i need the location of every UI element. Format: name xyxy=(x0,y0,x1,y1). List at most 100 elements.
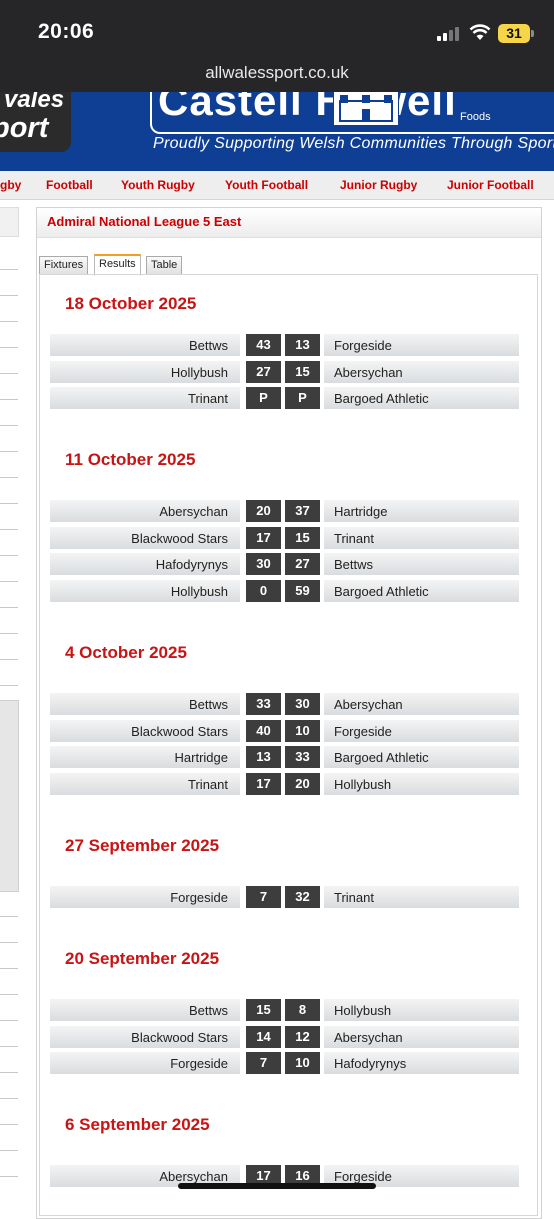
away-team: Hollybush xyxy=(334,1003,392,1018)
away-team-bar: Abersychan xyxy=(324,693,519,715)
sidebar-divider xyxy=(0,347,18,348)
away-team-bar: Bargoed Athletic xyxy=(324,579,519,602)
home-score: 43 xyxy=(246,334,281,356)
away-score: P xyxy=(285,387,320,409)
sidebar-divider xyxy=(0,916,18,917)
results-date-heading: 18 October 2025 xyxy=(65,294,197,313)
home-team: Hartridge xyxy=(174,750,228,765)
away-score: 13 xyxy=(285,334,320,356)
nav-item-youth-rugby[interactable]: Youth Rugby xyxy=(121,178,195,192)
home-team: Bettws xyxy=(188,1003,228,1018)
away-score: 10 xyxy=(285,719,320,742)
sidebar-divider xyxy=(0,451,18,452)
away-score: 30 xyxy=(285,693,320,715)
tab-results[interactable]: Results xyxy=(94,254,141,276)
home-team-bar: Hafodyrynys xyxy=(50,553,240,575)
wifi-icon xyxy=(469,24,491,40)
away-team: Abersychan xyxy=(334,364,403,380)
results-date-heading: 20 September 2025 xyxy=(65,949,220,968)
home-score: 14 xyxy=(246,1025,281,1048)
home-team-bar: Trinant xyxy=(50,772,240,795)
match-row[interactable]: Trinant P P Bargoed Athletic xyxy=(50,387,519,409)
away-team-bar: Bargoed Athletic xyxy=(324,746,519,768)
sidebar-divider xyxy=(0,581,18,582)
home-indicator[interactable] xyxy=(178,1183,376,1189)
nav-item-junior-football[interactable]: Junior Football xyxy=(447,178,534,192)
home-score: 13 xyxy=(246,746,281,768)
sidebar-header xyxy=(0,207,19,237)
match-row[interactable]: Forgeside 7 10 Hafodyrynys xyxy=(50,1052,519,1074)
away-team: Bargoed Athletic xyxy=(334,391,429,406)
home-team-bar: Blackwood Stars xyxy=(50,526,240,549)
away-score: 8 xyxy=(285,999,320,1021)
panel-header: Admiral National League 5 East xyxy=(37,208,541,238)
sponsor-sub: Foods xyxy=(460,111,491,123)
address-bar[interactable]: allwalessport.co.uk xyxy=(0,63,554,83)
sidebar-divider xyxy=(0,659,18,660)
away-team-bar: Bargoed Athletic xyxy=(324,387,519,409)
nav-item-youth-football[interactable]: Youth Football xyxy=(225,178,308,192)
match-row[interactable]: Abersychan 20 37 Hartridge xyxy=(50,500,519,522)
home-team: Blackwood Stars xyxy=(131,530,228,546)
match-row[interactable]: Trinant 17 20 Hollybush xyxy=(50,772,519,795)
away-team: Hafodyrynys xyxy=(334,1056,407,1071)
match-row[interactable]: Blackwood Stars 40 10 Forgeside xyxy=(50,719,519,742)
sidebar-divider xyxy=(0,321,18,322)
nav-item-junior-rugby[interactable]: Junior Rugby xyxy=(340,178,417,192)
away-team-bar: Abersychan xyxy=(324,360,519,383)
home-team-bar: Hartridge xyxy=(50,746,240,768)
sidebar-divider xyxy=(0,1098,18,1099)
sidebar-divider xyxy=(0,685,18,686)
home-team: Bettws xyxy=(188,338,228,353)
away-team-bar: Hafodyrynys xyxy=(324,1052,519,1074)
match-row[interactable]: Hollybush 27 15 Abersychan xyxy=(50,360,519,383)
tab-table[interactable]: Table xyxy=(146,256,183,275)
home-team: Hollybush xyxy=(170,583,228,599)
away-team-bar: Trinant xyxy=(324,526,519,549)
browser-chrome: 20:06 31 allwalessport.co.uk xyxy=(0,0,554,92)
home-team-bar: Hollybush xyxy=(50,360,240,383)
home-team: Hollybush xyxy=(170,364,228,380)
left-sidebar xyxy=(0,207,19,1200)
results-date-heading: 11 October 2025 xyxy=(65,450,196,469)
sidebar-divider xyxy=(0,477,18,478)
home-team-bar: Forgeside xyxy=(50,1052,240,1074)
match-row[interactable]: Blackwood Stars 14 12 Abersychan xyxy=(50,1025,519,1048)
away-score: 59 xyxy=(285,579,320,602)
home-score: P xyxy=(246,387,281,409)
tab-fixtures[interactable]: Fixtures xyxy=(39,256,89,275)
nav-item-football[interactable]: Football xyxy=(46,178,93,192)
match-row[interactable]: Bettws 15 8 Hollybush xyxy=(50,999,519,1021)
match-row[interactable]: Hartridge 13 33 Bargoed Athletic xyxy=(50,746,519,768)
home-team: Trinant xyxy=(188,776,228,792)
away-team: Bettws xyxy=(334,557,374,572)
away-score: 10 xyxy=(285,1052,320,1074)
results-date-heading: 27 September 2025 xyxy=(65,836,220,855)
match-row[interactable]: Bettws 43 13 Forgeside xyxy=(50,334,519,356)
home-team-bar: Hollybush xyxy=(50,579,240,602)
away-team-bar: Bettws xyxy=(324,553,519,575)
sponsor-tagline: Proudly Supporting Welsh Communities Thr… xyxy=(153,135,554,152)
match-row[interactable]: Forgeside 7 32 Trinant xyxy=(50,886,519,908)
sidebar-divider xyxy=(0,1072,18,1073)
home-team-bar: Blackwood Stars xyxy=(50,1025,240,1048)
site-logo[interactable]: vales port xyxy=(0,92,71,152)
main-nav: gby Football Youth Rugby Youth Football … xyxy=(0,171,554,200)
sidebar-divider xyxy=(0,633,18,634)
sidebar-divider xyxy=(0,1046,18,1047)
sidebar-divider xyxy=(0,968,18,969)
match-row[interactable]: Bettws 33 30 Abersychan xyxy=(50,693,519,715)
home-team-bar: Blackwood Stars xyxy=(50,719,240,742)
home-team-bar: Forgeside xyxy=(50,886,240,908)
match-row[interactable]: Hafodyrynys 30 27 Bettws xyxy=(50,553,519,575)
match-row[interactable]: Hollybush 0 59 Bargoed Athletic xyxy=(50,579,519,602)
away-team-bar: Hartridge xyxy=(324,500,519,522)
away-team: Abersychan xyxy=(334,697,403,712)
match-row[interactable]: Blackwood Stars 17 15 Trinant xyxy=(50,526,519,549)
results-date-heading: 4 October 2025 xyxy=(65,643,187,662)
nav-item-rugby[interactable]: gby xyxy=(0,178,21,192)
home-score: 40 xyxy=(246,719,281,742)
home-team: Blackwood Stars xyxy=(131,723,228,739)
battery-tip xyxy=(531,30,534,37)
home-team-bar: Bettws xyxy=(50,999,240,1021)
